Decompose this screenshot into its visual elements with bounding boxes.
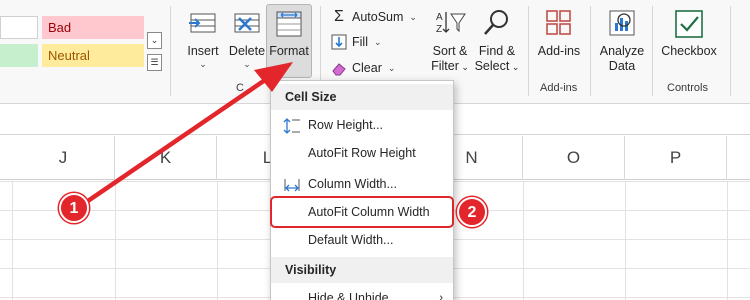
clear-label: Clear — [352, 61, 382, 75]
checkbox-label: Checkbox — [661, 44, 717, 58]
group-separator — [652, 6, 653, 96]
sort-filter-button[interactable]: A Z Sort & Filter ⌄ — [428, 6, 472, 75]
grid-line — [727, 181, 728, 300]
group-separator — [528, 6, 529, 96]
sort-filter-label-1: Sort & — [432, 44, 468, 58]
find-select-label-1: Find & — [478, 44, 516, 58]
autosum-label: AutoSum — [352, 10, 404, 24]
grid-line — [217, 181, 218, 300]
delete-button[interactable]: Delete ⌄ — [226, 6, 268, 69]
analyze-label-1: Analyze — [599, 44, 645, 58]
column-header-o[interactable]: O — [523, 136, 625, 180]
addins-button[interactable]: Add-ins — [535, 6, 583, 59]
callout-badge-2: 2 — [457, 197, 487, 227]
sort-filter-label-line2: Filter ⌄ — [428, 59, 472, 75]
fill-down-icon — [330, 33, 348, 51]
format-dropdown-menu: Cell Size Row Height... AutoFit Row Heig… — [270, 80, 454, 300]
autofit-highlight-box — [270, 196, 454, 228]
clear-button[interactable]: Clear ⌄ — [330, 58, 395, 78]
style-good-cell[interactable] — [0, 44, 38, 67]
sigma-icon: Σ — [334, 8, 344, 25]
svg-text:Z: Z — [436, 24, 442, 35]
chevron-down-icon: ⌄ — [285, 59, 293, 69]
addins-group-label: Add-ins — [540, 82, 578, 94]
menu-item-row-height[interactable]: Row Height... — [271, 112, 453, 138]
checkbox-button[interactable]: Checkbox — [660, 6, 718, 59]
cell-size-header: Cell Size — [271, 84, 453, 110]
autofit-row-height-label: AutoFit Row Height — [308, 146, 416, 160]
gallery-scroll-down-button[interactable]: ⌄ — [147, 32, 162, 49]
insert-button[interactable]: Insert ⌄ — [181, 6, 225, 69]
autosum-button[interactable]: Σ AutoSum ⌄ — [330, 7, 417, 27]
delete-cells-icon — [229, 6, 265, 42]
magnifier-icon — [479, 6, 515, 42]
insert-cells-icon — [185, 6, 221, 42]
find-select-button[interactable]: Find & Select ⌄ — [474, 6, 520, 75]
group-separator — [730, 6, 731, 96]
fill-button[interactable]: Fill ⌄ — [330, 32, 382, 52]
addins-label: Add-ins — [537, 44, 581, 58]
style-bad-cell[interactable]: Bad — [42, 16, 144, 39]
chevron-down-icon: ⌄ — [409, 12, 417, 22]
group-separator — [170, 6, 171, 96]
row-height-label: Row Height... — [308, 118, 384, 132]
grid-line — [625, 181, 626, 300]
menu-item-column-width[interactable]: Column Width... — [271, 171, 453, 197]
grid-line — [115, 181, 116, 300]
column-width-label: Column Width... — [308, 177, 397, 191]
chevron-down-icon: ⌄ — [458, 62, 469, 72]
menu-item-autofit-row-height[interactable]: AutoFit Row Height — [271, 140, 453, 166]
default-width-label: Default Width... — [308, 233, 394, 247]
column-header-p[interactable]: P — [625, 136, 727, 180]
group-separator — [590, 6, 591, 96]
chevron-down-icon: ⌄ — [243, 59, 251, 69]
grid-line — [523, 181, 524, 300]
column-width-icon — [283, 176, 301, 192]
checkbox-icon — [671, 6, 707, 42]
menu-item-hide-unhide[interactable]: Hide & Unhide › — [271, 285, 453, 300]
chevron-down-icon: ⌄ — [199, 59, 207, 69]
menu-item-default-width[interactable]: Default Width... — [271, 227, 453, 253]
delete-label: Delete — [228, 44, 266, 58]
controls-group-label: Controls — [667, 82, 708, 94]
style-neutral-cell[interactable]: Neutral — [42, 44, 144, 67]
addins-grid-icon — [541, 6, 577, 42]
format-button-content[interactable]: Format ⌄ — [266, 6, 312, 69]
eraser-icon — [330, 59, 348, 77]
column-header-j[interactable]: J — [12, 136, 115, 180]
fill-label: Fill — [352, 35, 368, 49]
hide-unhide-label: Hide & Unhide — [308, 291, 389, 300]
analyze-data-button[interactable]: Analyze Data — [598, 6, 646, 74]
chevron-down-icon: ⌄ — [373, 37, 382, 47]
chevron-down-icon: ⌄ — [387, 63, 396, 73]
column-header-k[interactable]: K — [115, 136, 217, 180]
insert-label: Insert — [187, 44, 219, 58]
gallery-more-button[interactable]: ☰ — [147, 54, 162, 71]
find-select-label-2: Select — [474, 59, 510, 73]
analyze-label-2: Data — [608, 59, 636, 73]
analyze-data-icon — [604, 6, 640, 42]
format-label: Format — [269, 44, 309, 58]
format-cells-icon — [271, 6, 307, 42]
sort-filter-icon: A Z — [432, 6, 468, 42]
grid-line — [12, 181, 13, 300]
style-normal-cell[interactable] — [0, 16, 38, 39]
find-select-label-line2: Select ⌄ — [474, 59, 520, 75]
callout-badge-1: 1 — [59, 193, 89, 223]
sort-filter-label-2: Filter — [431, 59, 459, 73]
chevron-down-icon: ⌄ — [509, 62, 520, 72]
chevron-right-icon: › — [439, 292, 443, 300]
cells-group-label-fragment: C — [236, 82, 244, 94]
row-height-icon — [283, 117, 301, 134]
svg-text:A: A — [436, 12, 443, 23]
visibility-header: Visibility — [271, 257, 453, 283]
